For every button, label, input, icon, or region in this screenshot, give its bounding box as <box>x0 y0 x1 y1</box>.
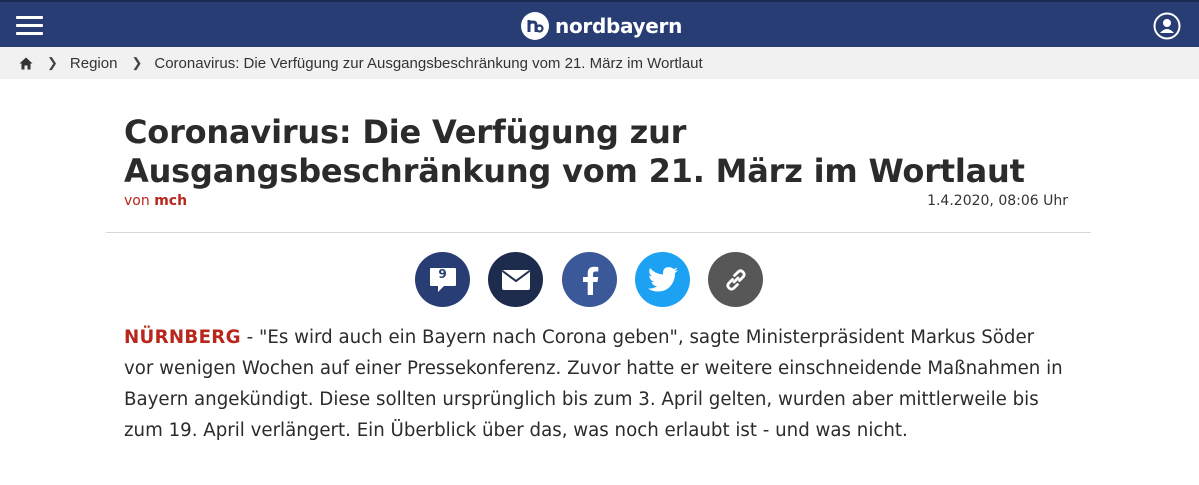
headline-line-2: Ausgangsbeschränkung vom 21. März im Wor… <box>124 152 1025 190</box>
chevron-right-icon: ❯ <box>131 55 143 70</box>
breadcrumb-item-region[interactable]: Region <box>70 55 118 72</box>
publish-date: 1.4.2020, 08:06 Uhr <box>927 193 1068 209</box>
hamburger-menu-icon[interactable] <box>16 16 43 36</box>
author-link[interactable]: mch <box>154 193 187 209</box>
home-icon[interactable] <box>19 57 33 70</box>
mail-icon <box>501 269 530 290</box>
copy-link-button[interactable] <box>708 252 763 307</box>
share-mail-button[interactable] <box>488 252 543 307</box>
comments-button[interactable]: 9 <box>415 252 470 307</box>
breadcrumb-item-current[interactable]: Coronavirus: Die Verfügung zur Ausgangsb… <box>154 55 702 72</box>
article-dateline: NÜRNBERG <box>124 327 241 348</box>
share-twitter-button[interactable] <box>635 252 690 307</box>
comment-count: 9 <box>438 267 447 281</box>
chevron-right-icon: ❯ <box>47 55 58 70</box>
logo-text: nordbayern <box>555 14 683 38</box>
article-headline: Coronavirus: Die Verfügung zur Ausgangsb… <box>124 113 1084 191</box>
twitter-icon <box>647 267 678 292</box>
site-logo[interactable]: nordbayern <box>521 11 682 41</box>
nordbayern-logo-mark <box>521 12 549 40</box>
top-navigation-bar: nordbayern <box>0 0 1199 47</box>
share-facebook-button[interactable] <box>562 252 617 307</box>
user-account-icon[interactable] <box>1153 12 1181 40</box>
facebook-icon <box>582 266 598 295</box>
lead-text: - "Es wird auch ein Bayern nach Corona g… <box>124 327 1063 441</box>
divider <box>106 232 1091 233</box>
byline-prefix: von <box>124 193 150 209</box>
headline-line-1: Coronavirus: Die Verfügung zur <box>124 113 687 151</box>
breadcrumb: ❯ Region ❯ Coronavirus: Die Verfügung zu… <box>0 47 1199 79</box>
article-byline: von mch <box>124 193 187 209</box>
link-icon <box>725 268 746 291</box>
article-lead-paragraph: NÜRNBERG - "Es wird auch ein Bayern nach… <box>124 322 1064 446</box>
